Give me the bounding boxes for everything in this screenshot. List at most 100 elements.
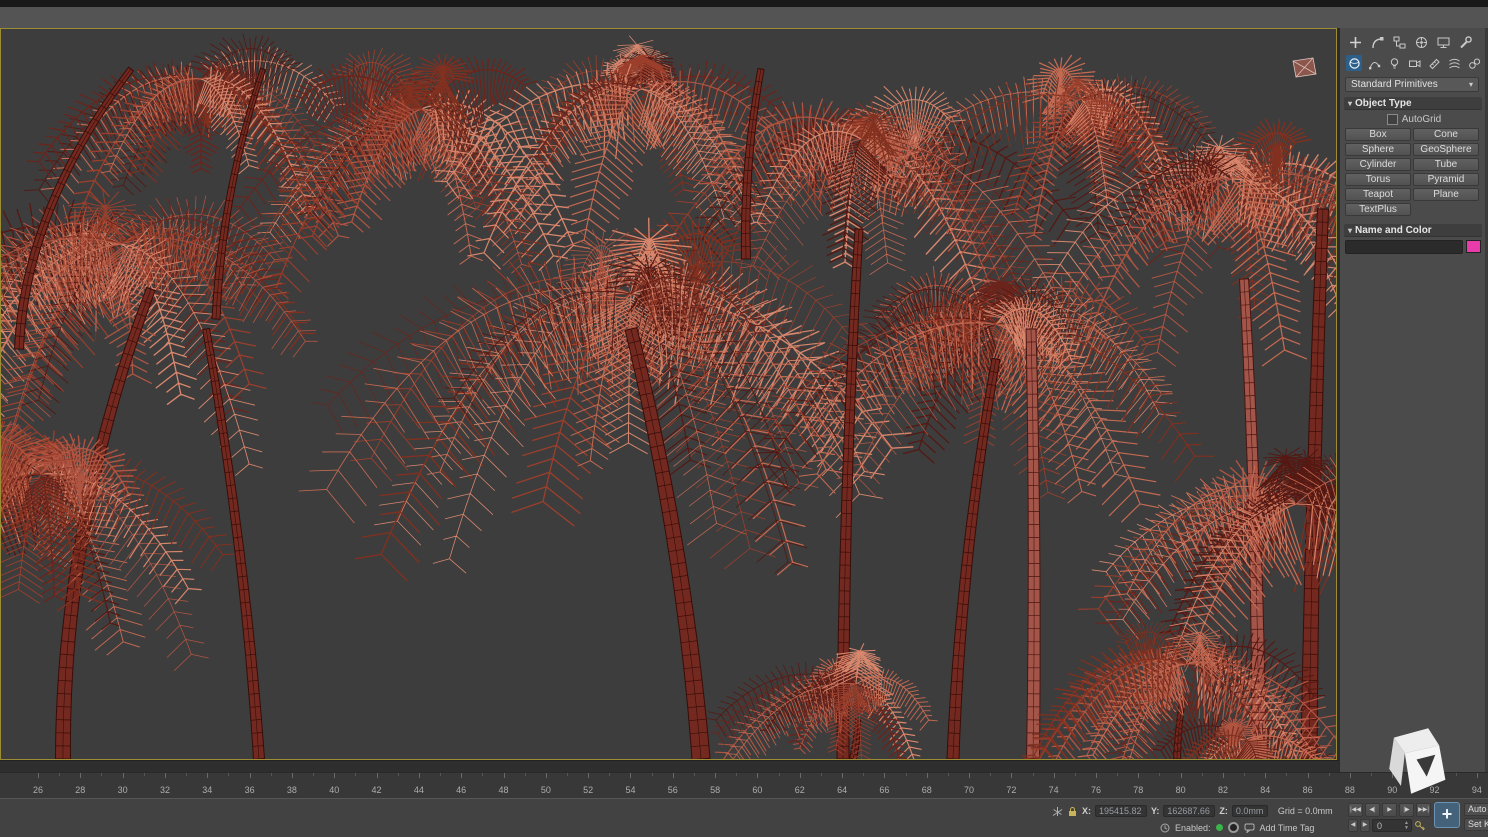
add-time-tag-button[interactable]: Add Time Tag [1260,823,1315,833]
autogrid-checkbox[interactable]: AutoGrid [1340,114,1488,125]
play-button[interactable]: ▶ [1382,803,1397,817]
timeline-tick-mark [630,773,631,778]
shapes-category-icon[interactable] [1366,55,1382,71]
timeline-tick-label: 74 [1049,785,1059,795]
cameras-category-icon[interactable] [1406,55,1422,71]
timeline-tick-mark-minor [186,773,187,776]
rollout-collapse-icon: ▾ [1348,99,1352,108]
playback-controls: |◀◀◀|▶|▶▶▶| [1348,803,1431,817]
coordinate-display: X: 195415.82 Y: 162687.66 Z: 0.0mm Grid … [1052,804,1333,818]
timeline-tick-label: 76 [1091,785,1101,795]
prev-frame-button[interactable]: ◀| [1365,803,1380,817]
timeline-tick-mark-minor [948,773,949,776]
viewport[interactable] [0,28,1337,760]
teapot-button[interactable]: Teapot [1345,188,1411,201]
timeline-tick-mark-minor [990,773,991,776]
timeline-tick-mark-minor [609,773,610,776]
key-step-back-button[interactable]: ◀ [1348,819,1358,832]
timeline-tick-mark-minor [1075,773,1076,776]
name-and-color-row [1345,240,1481,253]
x-label: X: [1082,806,1091,816]
enabled-green-indicator[interactable] [1216,824,1223,831]
transform-gizmo-icon[interactable] [1052,806,1063,817]
timeline-tick-label: 68 [922,785,932,795]
helpers-category-icon[interactable] [1426,55,1442,71]
display-tab-icon[interactable] [1435,34,1451,50]
chevron-down-icon: ▾ [1469,78,1473,92]
status-bar: X: 195415.82 Y: 162687.66 Z: 0.0mm Grid … [0,798,1488,837]
timeline-tick-mark-minor [1202,773,1203,776]
object-type-rollout-header[interactable]: ▾Object Type [1344,97,1482,110]
systems-category-icon[interactable] [1466,55,1482,71]
go-start-button[interactable]: |◀◀ [1348,803,1363,817]
plane-button[interactable]: Plane [1413,188,1479,201]
time-slider-ruler[interactable]: 2628303234363840424446485052545658606264… [0,772,1488,799]
textplus-button[interactable]: TextPlus [1345,203,1411,216]
timeline-tick-mark [1096,773,1097,778]
primitives-dropdown-value: Standard Primitives [1351,78,1438,92]
record-indicator[interactable] [1228,822,1239,833]
speech-bubble-icon [1244,823,1255,833]
timeline-tick-mark [1223,773,1224,778]
geosphere-button[interactable]: GeoSphere [1413,143,1479,156]
timeline-tick-mark-minor [1286,773,1287,776]
timeline-tick-mark-minor [1117,773,1118,776]
timeline-tick-mark [38,773,39,778]
timeline-tick-mark [1181,773,1182,778]
primitives-dropdown[interactable]: Standard Primitives ▾ [1345,77,1479,92]
timeline-tick-label: 88 [1345,785,1355,795]
torus-button[interactable]: Torus [1345,173,1411,186]
name-and-color-rollout-header[interactable]: ▾Name and Color [1344,224,1482,237]
object-color-swatch[interactable] [1466,240,1481,253]
z-coordinate-field[interactable]: 0.0mm [1232,805,1268,817]
timeline-tick-label: 52 [583,785,593,795]
create-tab-icon[interactable] [1347,34,1363,50]
lights-category-icon[interactable] [1386,55,1402,71]
timeline-tick-label: 28 [75,785,85,795]
pyramid-button[interactable]: Pyramid [1413,173,1479,186]
window-top-edge [0,0,1488,7]
main-toolbar-strip [0,7,1488,29]
timeline-tick-label: 82 [1218,785,1228,795]
motion-tab-icon[interactable] [1413,34,1429,50]
timeline-tick-label: 60 [752,785,762,795]
sphere-button[interactable]: Sphere [1345,143,1411,156]
y-coordinate-field[interactable]: 162687.66 [1163,805,1215,817]
timeline-tick-mark-minor [101,773,102,776]
timeline-tick-label: 46 [456,785,466,795]
utilities-tab-icon[interactable] [1457,34,1473,50]
timeline-tick-label: 42 [372,785,382,795]
go-end-button[interactable]: ▶▶| [1416,803,1431,817]
space-warps-category-icon[interactable] [1446,55,1462,71]
auto-key-button[interactable]: Auto K [1464,803,1488,816]
lock-icon[interactable] [1067,806,1078,817]
timeline-tick-mark-minor [1329,773,1330,776]
set-key-button[interactable]: Set K [1464,818,1488,831]
next-frame-button[interactable]: |▶ [1399,803,1414,817]
timeline-tick-label: 64 [837,785,847,795]
object-name-input[interactable] [1345,240,1463,254]
x-coordinate-field[interactable]: 195415.82 [1095,805,1147,817]
timeline-tick-mark [1265,773,1266,778]
current-frame-field[interactable]: 0 ▲▼ [1372,819,1412,832]
palm-wireframe [1293,58,1316,77]
key-mode-icon[interactable] [1414,820,1426,832]
cylinder-button[interactable]: Cylinder [1345,158,1411,171]
box-button[interactable]: Box [1345,128,1411,141]
geometry-category-icon[interactable] [1346,55,1362,71]
viewport-canvas [1,29,1336,759]
timeline-tick-label: 72 [1006,785,1016,795]
modify-tab-icon[interactable] [1369,34,1385,50]
hierarchy-tab-icon[interactable] [1391,34,1407,50]
timeline-tick-mark [546,773,547,778]
frame-spinner[interactable]: ▲▼ [1404,821,1411,831]
cone-button[interactable]: Cone [1413,128,1479,141]
set-keys-button[interactable]: + [1434,802,1460,828]
timeline-tick-mark [123,773,124,778]
timeline-tick-mark-minor [1033,773,1034,776]
timeline-tick-mark-minor [228,773,229,776]
timeline-tick-label: 36 [245,785,255,795]
key-step-forward-button[interactable]: ▶ [1360,819,1370,832]
timeline-tick-mark-minor [736,773,737,776]
tube-button[interactable]: Tube [1413,158,1479,171]
